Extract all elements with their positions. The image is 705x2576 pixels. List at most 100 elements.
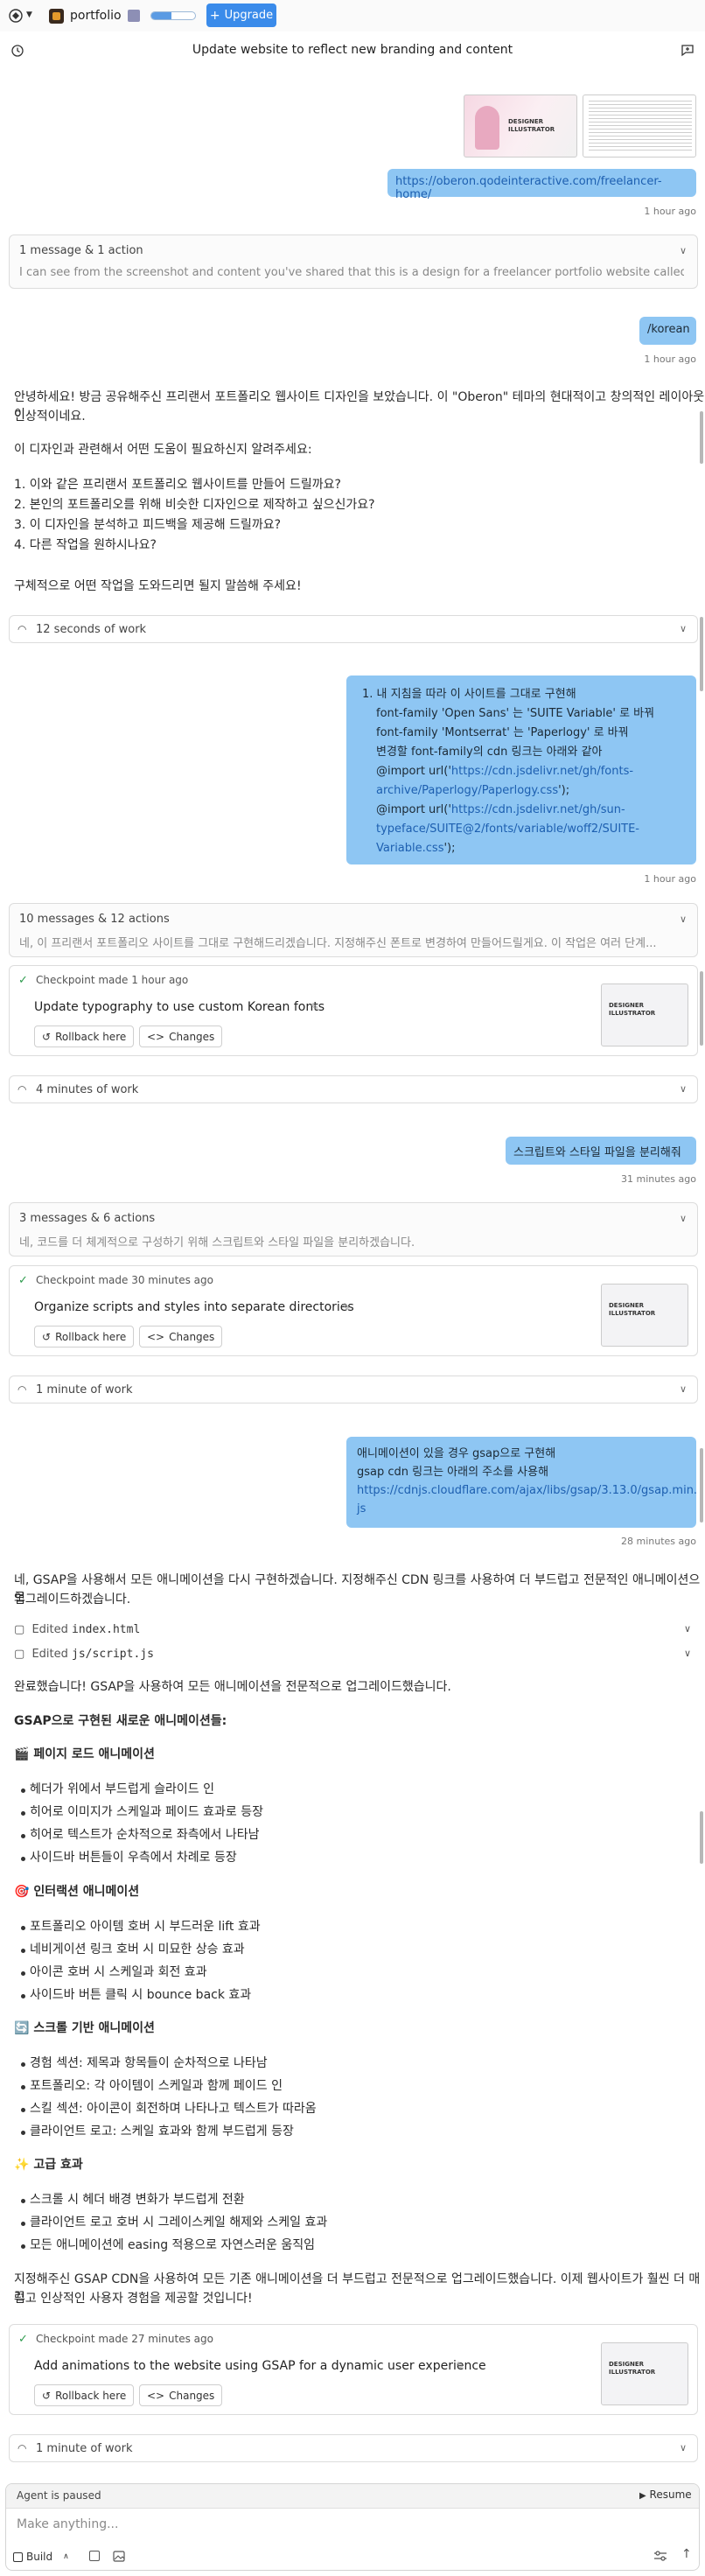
check-circle-icon: ✓ xyxy=(18,2333,28,2346)
bullet xyxy=(21,1857,25,1861)
reply-list-item: 히어로 이미지가 스케일과 페이드 효과로 등장 xyxy=(30,1805,263,1819)
chevron-down-icon[interactable]: ∨ xyxy=(680,1083,687,1095)
changes-button[interactable]: <> Changes xyxy=(139,2384,223,2406)
font-link[interactable]: typeface/SUITE@2/fonts/variable/woff2/SU… xyxy=(357,820,686,839)
rollback-button[interactable]: ↺ Rollback here xyxy=(34,1026,135,1047)
reply-list-item: 히어로 텍스트가 순차적으로 좌측에서 나타남 xyxy=(30,1828,260,1842)
checkpoint-card: ✓ Checkpoint made 30 minutes ago Organiz… xyxy=(9,1265,698,1356)
chevron-down-icon[interactable]: ∨ xyxy=(680,623,687,634)
work-duration: 12 seconds of work xyxy=(36,623,147,636)
upgrade-button[interactable]: + Upgrade xyxy=(206,4,276,27)
timestamp: 1 hour ago xyxy=(644,206,696,217)
work-summary-card[interactable]: ◠ 4 minutes of work ∨ xyxy=(9,1075,698,1103)
actions-summary-preview: 네, 코드를 더 체계적으로 구성하기 위해 스크립트와 스타일 파일을 분리하… xyxy=(19,1236,415,1250)
actions-summary-preview: I can see from the screenshot and conten… xyxy=(19,266,684,279)
rollback-button[interactable]: ↺ Rollback here xyxy=(34,2384,135,2406)
send-arrow-icon[interactable]: ↑ xyxy=(681,2547,692,2561)
timestamp: 28 minutes ago xyxy=(621,1536,696,1547)
reply-text: 이 디자인과 관련해서 어떤 도움이 필요하신지 알려주세요: xyxy=(14,443,312,457)
user-message-gsap: 애니메이션이 있을 경우 gsap으로 구현해 gsap cdn 링크는 아래의… xyxy=(346,1437,697,1528)
work-summary-card[interactable]: ◠ 1 minute of work ∨ xyxy=(9,2434,698,2462)
chevron-down-icon[interactable]: ∨ xyxy=(680,1383,687,1395)
import-prefix: @import url(' xyxy=(376,803,451,816)
scrollbar-thumb[interactable] xyxy=(700,617,703,691)
font-link[interactable]: https://cdn.jsdelivr.net/gh/fonts- xyxy=(451,765,633,778)
resume-button[interactable]: ▶ Resume xyxy=(639,2488,692,2501)
section-title-text: 인터랙션 애니메이션 xyxy=(33,1885,140,1899)
code-icon: <> xyxy=(147,1030,165,1043)
user-message-text: font-family 'Montserrat' 는 'Paperlogy' 로… xyxy=(376,726,629,739)
file-edit-icon: ▢ xyxy=(14,1623,25,1636)
thumb-text: DESIGNER xyxy=(609,1002,645,1009)
message-input[interactable]: Make anything... xyxy=(17,2517,118,2531)
resume-label: Resume xyxy=(649,2488,692,2501)
rollback-button[interactable]: ↺ Rollback here xyxy=(34,1326,135,1348)
section-title-text: 스크롤 기반 애니메이션 xyxy=(33,2021,155,2035)
actions-summary-card[interactable]: 1 message & 1 action I can see from the … xyxy=(9,234,698,289)
settings-sliders-icon[interactable] xyxy=(653,2551,667,2565)
cube-icon xyxy=(128,10,140,22)
check-circle-icon: ✓ xyxy=(18,974,28,987)
gsap-link[interactable]: js xyxy=(357,1500,686,1518)
scrollbar-thumb[interactable] xyxy=(700,1448,703,1522)
reply-heading: GSAP으로 구현된 새로운 애니메이션들: xyxy=(14,1714,227,1728)
chevron-down-icon[interactable]: ∨ xyxy=(680,245,687,256)
chevron-down-icon[interactable]: ∨ xyxy=(684,1648,691,1659)
font-link[interactable]: archive/Paperlogy/Paperlogy.css xyxy=(376,784,558,797)
bullet xyxy=(21,2222,25,2226)
font-link[interactable]: Variable.css xyxy=(376,842,443,855)
work-icon: ◠ xyxy=(17,623,27,635)
work-icon: ◠ xyxy=(17,1083,27,1096)
checkpoint-preview-thumbnail[interactable]: DESIGNER ILLUSTRATOR xyxy=(601,984,688,1046)
chevron-down-icon[interactable]: ∨ xyxy=(680,1213,687,1224)
actions-summary-title: 3 messages & 6 actions xyxy=(19,1212,156,1225)
checkpoint-time: Checkpoint made 1 hour ago xyxy=(36,974,189,986)
new-chat-icon[interactable] xyxy=(681,43,695,60)
attached-screenshot-1[interactable]: DESIGNER ILLUSTRATOR xyxy=(464,94,577,158)
chevron-down-icon[interactable]: ∨ xyxy=(684,1623,691,1634)
reply-text: 구체적으로 어떤 작업을 도와드리면 될지 말씀해 주세요! xyxy=(14,579,302,593)
edited-filename: js/script.js xyxy=(72,1648,154,1661)
pencil-icon[interactable]: ✎ xyxy=(311,1001,319,1013)
work-summary-card[interactable]: ◠ 12 seconds of work ∨ xyxy=(9,615,698,643)
play-icon: ▶ xyxy=(639,2491,646,2501)
chevron-down-icon[interactable]: ∨ xyxy=(680,2442,687,2454)
checkpoint-time: Checkpoint made 30 minutes ago xyxy=(36,1274,213,1286)
checkpoint-preview-thumbnail[interactable]: DESIGNER ILLUSTRATOR xyxy=(601,1284,688,1347)
font-link[interactable]: https://cdn.jsdelivr.net/gh/sun- xyxy=(451,803,625,816)
bullet xyxy=(21,1811,25,1816)
scrollbar-thumb[interactable] xyxy=(700,971,703,1046)
scrollbar-thumb[interactable] xyxy=(700,411,703,464)
work-duration: 1 minute of work xyxy=(36,2442,133,2455)
attached-screenshot-2[interactable] xyxy=(583,94,696,158)
url-link[interactable]: https://oberon.qodeinteractive.com/freel… xyxy=(395,175,662,201)
edited-file-row[interactable]: ▢ Edited js/script.js ∨ xyxy=(14,1648,696,1661)
image-icon[interactable] xyxy=(113,2551,125,2566)
bullet xyxy=(21,2131,25,2135)
sparkles-icon: ✨ xyxy=(14,2158,30,2172)
checkpoint-preview-thumbnail[interactable]: DESIGNER ILLUSTRATOR xyxy=(601,2342,688,2405)
pencil-icon[interactable]: ✎ xyxy=(342,1301,351,1313)
actions-summary-card[interactable]: 10 messages & 12 actions 네, 이 프리랜서 포트폴리오… xyxy=(9,903,698,957)
top-bar: ▼ portfolio + Upgrade xyxy=(0,0,705,32)
edited-file-row[interactable]: ▢ Edited index.html ∨ xyxy=(14,1623,696,1636)
user-message-text: 스크립트와 스타일 파일을 분리해줘 xyxy=(513,1146,681,1159)
app-logo-icon[interactable] xyxy=(9,9,23,23)
build-mode-selector[interactable]: Build ∧ xyxy=(13,2547,69,2566)
scrollbar-thumb[interactable] xyxy=(700,1811,703,1864)
reply-text: 안녕하세요! 방금 공유해주신 프리랜서 포트폴리오 웹사이트 디자인을 보았습… xyxy=(14,390,705,422)
checkpoint-time: Checkpoint made 27 minutes ago xyxy=(36,2333,213,2345)
attach-file-icon[interactable] xyxy=(89,2551,100,2561)
build-mode-label: Build xyxy=(26,2551,53,2563)
changes-button[interactable]: <> Changes xyxy=(139,1326,223,1348)
gsap-link[interactable]: https://cdnjs.cloudflare.com/ajax/libs/g… xyxy=(357,1481,697,1500)
work-summary-card[interactable]: ◠ 1 minute of work ∨ xyxy=(9,1376,698,1404)
pencil-icon[interactable]: ✎ xyxy=(456,2360,464,2372)
changes-button[interactable]: <> Changes xyxy=(139,1026,223,1047)
chevron-down-icon[interactable]: ▼ xyxy=(26,10,32,19)
thumb-text: DESIGNER xyxy=(609,1302,645,1309)
chevron-down-icon[interactable]: ∨ xyxy=(680,914,687,925)
project-name[interactable]: portfolio xyxy=(70,9,122,23)
actions-summary-card[interactable]: 3 messages & 6 actions 네, 코드를 더 체계적으로 구성… xyxy=(9,1202,698,1256)
work-duration: 1 minute of work xyxy=(36,1383,133,1396)
